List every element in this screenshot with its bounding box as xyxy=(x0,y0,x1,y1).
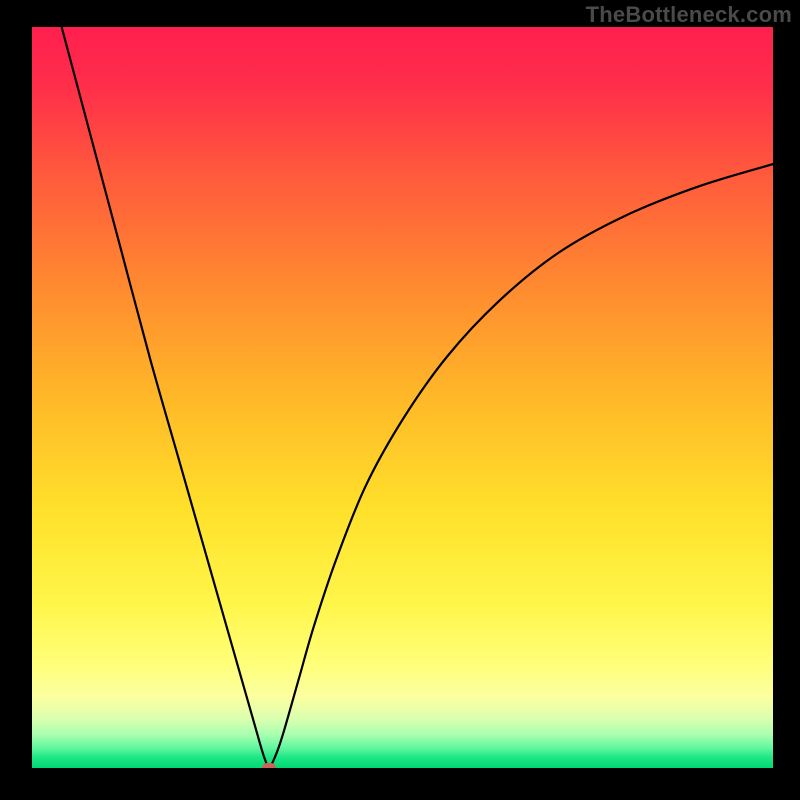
bottleneck-curve xyxy=(32,27,773,768)
chart-frame: TheBottleneck.com xyxy=(0,0,800,800)
plot-area xyxy=(32,27,773,768)
minimum-marker-dot xyxy=(262,763,276,768)
watermark-text: TheBottleneck.com xyxy=(586,2,792,28)
